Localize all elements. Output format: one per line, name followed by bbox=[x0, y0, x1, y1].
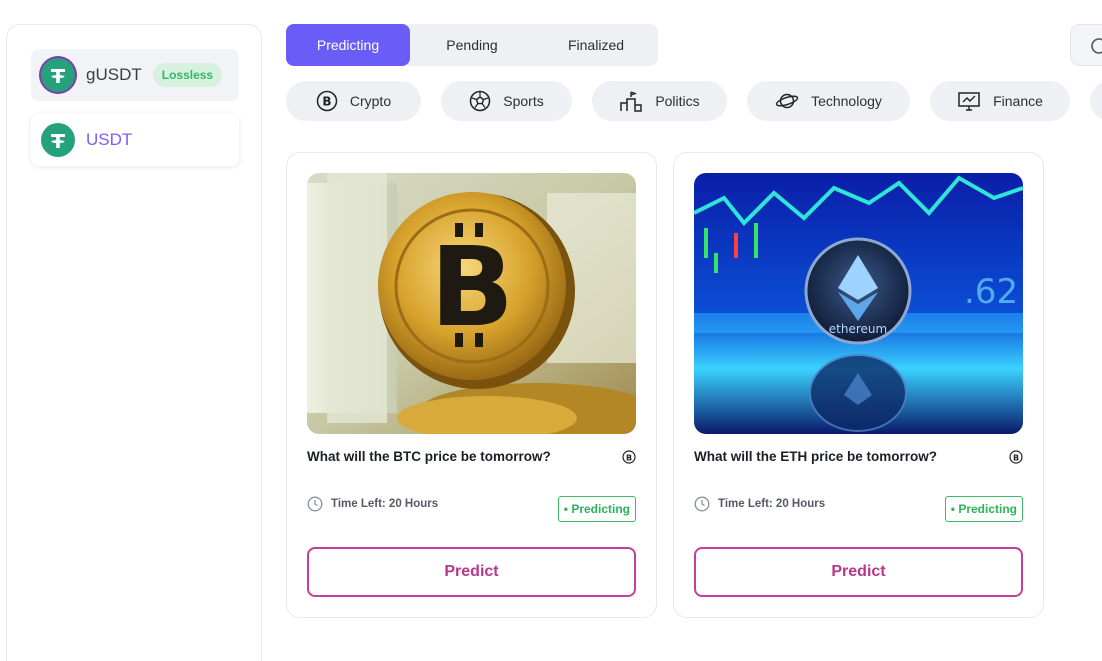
bitcoin-coin-photo: B bbox=[307, 173, 636, 434]
token-item-usdt[interactable]: USDT bbox=[31, 114, 239, 166]
tether-icon bbox=[41, 58, 75, 92]
category-politics[interactable]: Politics bbox=[592, 81, 727, 121]
card-title: What will the ETH price be tomorrow? bbox=[694, 449, 938, 464]
status-badge: • Predicting bbox=[944, 496, 1023, 522]
clock-icon bbox=[307, 496, 323, 512]
bitcoin-icon: B bbox=[316, 90, 338, 112]
category-technology[interactable]: Technology bbox=[747, 81, 910, 121]
card-title: What will the BTC price be tomorrow? bbox=[307, 449, 551, 464]
token-item-gusdt[interactable]: gUSDT Lossless bbox=[31, 49, 239, 101]
category-label: Technology bbox=[811, 93, 882, 109]
svg-text:.62: .62 bbox=[964, 272, 1018, 312]
category-label: Crypto bbox=[349, 93, 392, 109]
clock-icon bbox=[694, 496, 710, 512]
tab-predicting[interactable]: Predicting bbox=[286, 24, 410, 66]
category-finance[interactable]: Finance bbox=[930, 81, 1070, 121]
category-crypto[interactable]: B Crypto bbox=[286, 81, 421, 121]
category-label: Finance bbox=[993, 93, 1043, 109]
category-label: Politics bbox=[655, 93, 700, 109]
podium-icon bbox=[620, 91, 643, 112]
prediction-card: B What will the BTC price be tomorrow? B… bbox=[286, 152, 657, 618]
ethereum-coin-photo: .62 ethereum bbox=[694, 173, 1023, 434]
token-sidebar: gUSDT Lossless USDT bbox=[6, 24, 262, 661]
time-left-text: Time Left: 20 Hours bbox=[331, 498, 439, 510]
time-left: Time Left: 20 Hours bbox=[307, 496, 438, 512]
time-left: Time Left: 20 Hours bbox=[694, 496, 825, 512]
token-name: USDT bbox=[86, 130, 133, 149]
search-icon bbox=[1091, 38, 1102, 54]
predict-button[interactable]: Predict bbox=[694, 547, 1023, 597]
monitor-chart-icon bbox=[958, 92, 980, 111]
lossless-badge: Lossless bbox=[152, 63, 223, 87]
planet-icon bbox=[775, 93, 799, 109]
status-badge: • Predicting bbox=[557, 496, 636, 522]
time-left-text: Time Left: 20 Hours bbox=[718, 498, 826, 510]
svg-text:B: B bbox=[626, 453, 632, 462]
bitcoin-icon: B bbox=[622, 450, 636, 464]
tab-pending[interactable]: Pending bbox=[410, 24, 534, 66]
svg-text:B: B bbox=[1013, 453, 1019, 462]
bitcoin-icon: B bbox=[1009, 450, 1023, 464]
prediction-card: .62 ethereum What will the ETH price be … bbox=[673, 152, 1044, 618]
tether-icon bbox=[41, 123, 75, 157]
category-sports[interactable]: Sports bbox=[441, 81, 572, 121]
search-button[interactable] bbox=[1070, 24, 1102, 66]
svg-text:B: B bbox=[322, 95, 331, 109]
predict-button[interactable]: Predict bbox=[307, 547, 636, 597]
tab-finalized[interactable]: Finalized bbox=[534, 24, 658, 66]
status-tabs: Predicting Pending Finalized bbox=[286, 24, 658, 66]
svg-text:B: B bbox=[430, 223, 514, 351]
svg-text:ethereum: ethereum bbox=[829, 322, 887, 336]
category-more[interactable] bbox=[1090, 81, 1102, 121]
category-label: Sports bbox=[503, 93, 544, 109]
soccer-ball-icon bbox=[470, 90, 491, 112]
token-name: gUSDT bbox=[86, 65, 142, 84]
